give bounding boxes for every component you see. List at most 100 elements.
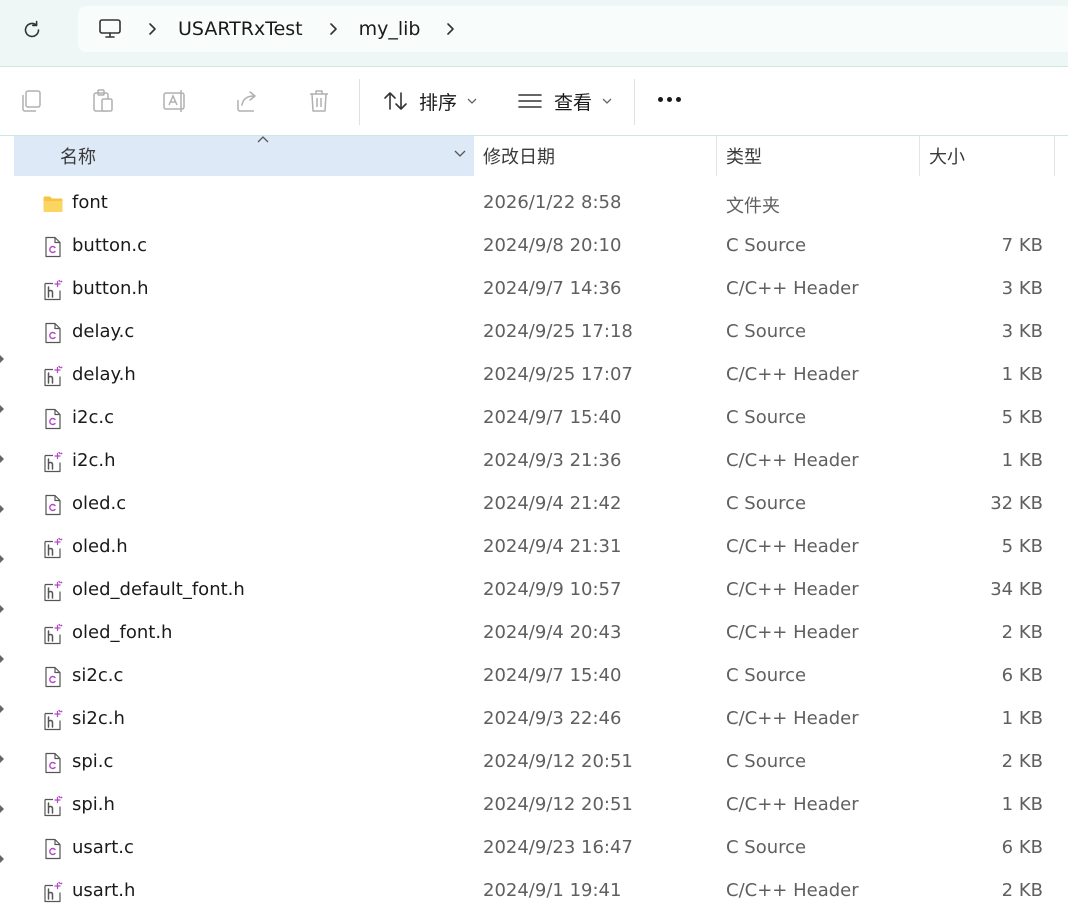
file-row[interactable]: button.c 2024/9/8 20:10 C Source 7 KB	[14, 225, 1068, 268]
file-row[interactable]: delay.c 2024/9/25 17:18 C Source 3 KB	[14, 311, 1068, 354]
file-list: font 2026/1/22 8:58 文件夹 button.c 2024/9/8 2…	[14, 182, 1068, 913]
file-name: i2c.h	[72, 450, 116, 471]
column-header-name[interactable]: 名称	[14, 136, 474, 176]
file-name: button.c	[72, 235, 147, 256]
column-divider[interactable]	[716, 136, 717, 176]
file-row[interactable]: si2c.h 2024/9/3 22:46 C/C++ Header 1 KB	[14, 698, 1068, 741]
file-row[interactable]: oled_default_font.h 2024/9/9 10:57 C/C++ H…	[14, 569, 1068, 612]
view-label: 查看	[554, 91, 593, 114]
file-name: oled_default_font.h	[72, 579, 245, 600]
file-size: 3 KB	[1001, 278, 1043, 299]
file-row[interactable]: spi.c 2024/9/12 20:51 C Source 2 KB	[14, 741, 1068, 784]
expand-chevron-icon[interactable]	[0, 654, 6, 664]
sort-icon	[384, 92, 407, 110]
chevron-down-icon	[602, 98, 612, 104]
file-size: 1 KB	[1001, 794, 1043, 815]
file-name: si2c.c	[72, 665, 124, 686]
rename-button[interactable]	[161, 87, 189, 115]
file-date-modified: 2026/1/22 8:58	[483, 192, 622, 213]
chevron-right-icon[interactable]	[329, 22, 341, 36]
file-date-modified: 2024/9/7 15:40	[483, 407, 622, 428]
file-row[interactable]: button.h 2024/9/7 14:36 C/C++ Header 3 KB	[14, 268, 1068, 311]
file-name: oled.h	[72, 536, 128, 557]
this-pc-icon[interactable]	[98, 17, 122, 41]
c-source-file-icon	[42, 408, 64, 430]
file-size: 7 KB	[1001, 235, 1043, 256]
file-date-modified: 2024/9/4 20:43	[483, 622, 622, 643]
file-type: C/C++ Header	[726, 579, 859, 600]
file-name: si2c.h	[72, 708, 125, 729]
column-divider[interactable]	[1054, 136, 1055, 176]
copy-button[interactable]	[17, 87, 45, 115]
copy-icon	[22, 90, 41, 112]
file-type: C/C++ Header	[726, 794, 859, 815]
header-file-icon	[42, 709, 64, 731]
expand-chevron-icon[interactable]	[0, 704, 6, 714]
chevron-right-icon[interactable]	[148, 22, 160, 36]
file-type: C/C++ Header	[726, 880, 859, 901]
expand-chevron-icon[interactable]	[0, 504, 6, 514]
column-header-size[interactable]: 大小	[929, 136, 965, 176]
file-size: 1 KB	[1001, 364, 1043, 385]
file-date-modified: 2024/9/8 20:10	[483, 235, 622, 256]
file-size: 1 KB	[1001, 708, 1043, 729]
expand-chevron-icon[interactable]	[0, 554, 6, 564]
file-row[interactable]: spi.h 2024/9/12 20:51 C/C++ Header 1 KB	[14, 784, 1068, 827]
column-header-date[interactable]: 修改日期	[483, 136, 555, 176]
sort-button[interactable]: 排序	[383, 85, 477, 117]
share-button[interactable]	[233, 87, 261, 115]
file-date-modified: 2024/9/25 17:18	[483, 321, 633, 342]
file-name: i2c.c	[72, 407, 114, 428]
header-file-icon	[42, 537, 64, 559]
expand-chevron-icon[interactable]	[0, 804, 6, 814]
expand-chevron-icon[interactable]	[0, 854, 6, 864]
breadcrumb-item-usartrxtest[interactable]: USARTRxTest	[178, 18, 303, 40]
more-icon	[658, 97, 663, 102]
expand-chevron-icon[interactable]	[0, 404, 6, 414]
column-divider[interactable]	[919, 136, 920, 176]
c-source-file-icon	[42, 752, 64, 774]
file-size: 5 KB	[1001, 536, 1043, 557]
paste-button[interactable]	[89, 87, 117, 115]
header-file-icon	[42, 881, 64, 903]
chevron-right-icon[interactable]	[446, 22, 458, 36]
file-row[interactable]: oled.c 2024/9/4 21:42 C Source 32 KB	[14, 483, 1068, 526]
file-type: C/C++ Header	[726, 708, 859, 729]
file-row[interactable]: usart.c 2024/9/23 16:47 C Source 6 KB	[14, 827, 1068, 870]
file-row[interactable]: i2c.c 2024/9/7 15:40 C Source 5 KB	[14, 397, 1068, 440]
file-type: C/C++ Header	[726, 450, 859, 471]
file-type: C Source	[726, 665, 807, 686]
column-date-label: 修改日期	[483, 147, 555, 168]
chevron-down-icon[interactable]	[454, 150, 466, 158]
file-row[interactable]: oled.h 2024/9/4 21:31 C/C++ Header 5 KB	[14, 526, 1068, 569]
file-row[interactable]: oled_font.h 2024/9/4 20:43 C/C++ Header 2 K…	[14, 612, 1068, 655]
header-file-icon	[42, 451, 64, 473]
file-type: C Source	[726, 751, 807, 772]
trash-icon	[310, 90, 328, 112]
folder-icon	[42, 193, 64, 215]
file-row[interactable]: si2c.c 2024/9/7 15:40 C Source 6 KB	[14, 655, 1068, 698]
view-button[interactable]: 查看	[517, 85, 612, 117]
file-row[interactable]: font 2026/1/22 8:58 文件夹	[14, 182, 1068, 225]
file-name: spi.c	[72, 751, 114, 772]
column-header-type[interactable]: 类型	[726, 136, 762, 176]
file-row[interactable]: usart.h 2024/9/1 19:41 C/C++ Header 2 KB	[14, 870, 1068, 913]
refresh-button[interactable]	[12, 12, 52, 48]
breadcrumb-item-my-lib[interactable]: my_lib	[359, 18, 421, 40]
column-name-label: 名称	[60, 147, 96, 168]
file-row[interactable]: i2c.h 2024/9/3 21:36 C/C++ Header 1 KB	[14, 440, 1068, 483]
file-date-modified: 2024/9/4 21:42	[483, 493, 622, 514]
expand-chevron-icon[interactable]	[0, 604, 6, 614]
breadcrumb[interactable]: USARTRxTest my_lib	[78, 6, 1068, 52]
file-row[interactable]: delay.h 2024/9/25 17:07 C/C++ Header 1 KB	[14, 354, 1068, 397]
file-size: 6 KB	[1001, 837, 1043, 858]
expand-chevron-icon[interactable]	[0, 754, 6, 764]
header-file-icon	[42, 580, 64, 602]
expand-chevron-icon[interactable]	[0, 454, 6, 464]
more-options-button[interactable]	[658, 97, 681, 102]
delete-button[interactable]	[305, 87, 333, 115]
navigation-pane-edge	[0, 136, 14, 924]
expand-chevron-icon[interactable]	[0, 354, 6, 364]
file-size: 1 KB	[1001, 450, 1043, 471]
c-source-file-icon	[42, 236, 64, 258]
